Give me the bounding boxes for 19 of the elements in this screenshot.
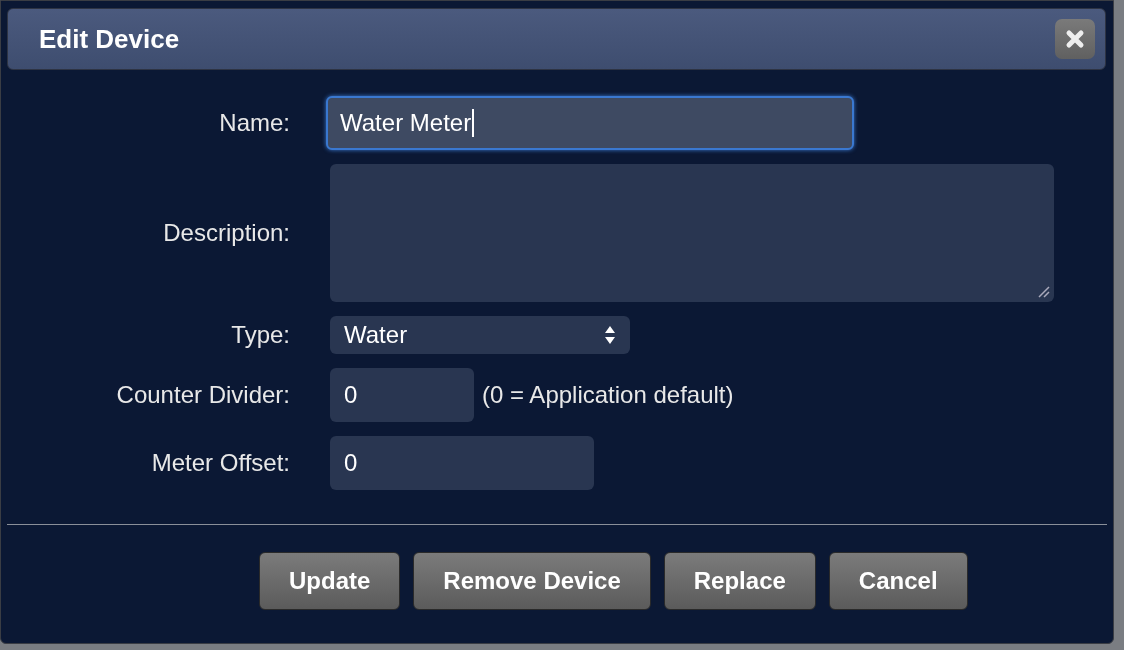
close-button[interactable]: [1055, 19, 1095, 59]
description-field[interactable]: [330, 164, 1054, 302]
dialog-button[interactable]: Replace: [663, 552, 816, 610]
field-label: Description:: [163, 219, 290, 247]
field-label: Name:: [219, 109, 290, 137]
type-select[interactable]: Water: [330, 316, 630, 354]
dialog-button[interactable]: Update: [259, 552, 401, 610]
hint-text: (0 = Application default): [482, 381, 734, 409]
dialog-button[interactable]: Remove Device: [413, 552, 651, 610]
field-label: Counter Divider:: [116, 381, 290, 409]
close-icon: [1065, 29, 1085, 49]
dialog-button[interactable]: Cancel: [828, 552, 968, 610]
dialog-title: Edit Device: [39, 23, 180, 55]
resize-grip-icon[interactable]: [1036, 284, 1050, 298]
input-field[interactable]: 0: [330, 436, 594, 490]
field-label: Meter Offset:: [151, 449, 290, 477]
field-label: Type:: [231, 321, 290, 349]
input-field[interactable]: 0: [330, 368, 474, 422]
input-field[interactable]: Water Meter: [326, 96, 854, 150]
